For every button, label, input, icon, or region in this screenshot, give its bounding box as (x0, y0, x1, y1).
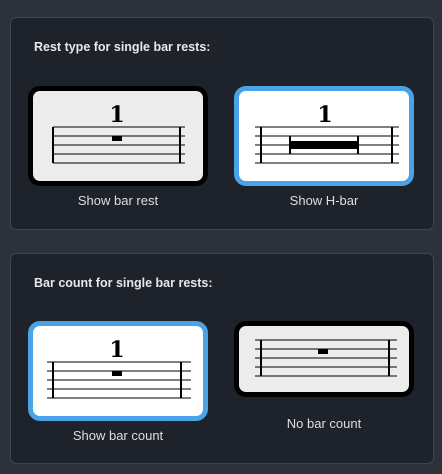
bar-count-numeral: 1 (109, 337, 124, 363)
no-bar-count-preview (239, 326, 409, 392)
show-h-bar-label[interactable]: Show H-bar (234, 193, 414, 208)
rest-type-title: Rest type for single bar rests: (34, 40, 211, 54)
show-bar-count-label[interactable]: Show bar count (28, 428, 208, 443)
no-bar-count-tile[interactable] (234, 321, 414, 397)
show-bar-rest-tile[interactable]: 1 (28, 86, 208, 186)
show-bar-count-preview: 1 (33, 326, 203, 416)
whole-rest-icon (112, 136, 122, 141)
bar-count-panel: Bar count for single bar rests: 1 Show b… (10, 253, 434, 464)
staff-lines (53, 126, 185, 164)
h-bar-icon (290, 141, 358, 149)
show-bar-rest-preview: 1 (33, 91, 203, 181)
show-bar-rest-label[interactable]: Show bar rest (28, 193, 208, 208)
show-h-bar-tile[interactable]: 1 (234, 86, 414, 186)
bar-count-numeral: 1 (109, 102, 124, 128)
no-bar-count-label[interactable]: No bar count (234, 416, 414, 431)
bar-count-numeral: 1 (317, 102, 332, 128)
rest-type-panel: Rest type for single bar rests: 1 Show b… (10, 17, 434, 230)
show-h-bar-preview: 1 (239, 91, 409, 181)
show-bar-count-tile[interactable]: 1 (28, 321, 208, 421)
whole-rest-icon (318, 349, 328, 354)
bar-count-title: Bar count for single bar rests: (34, 276, 213, 290)
staff-lines (47, 361, 191, 399)
whole-rest-icon (112, 371, 122, 376)
staff-lines (255, 339, 397, 377)
